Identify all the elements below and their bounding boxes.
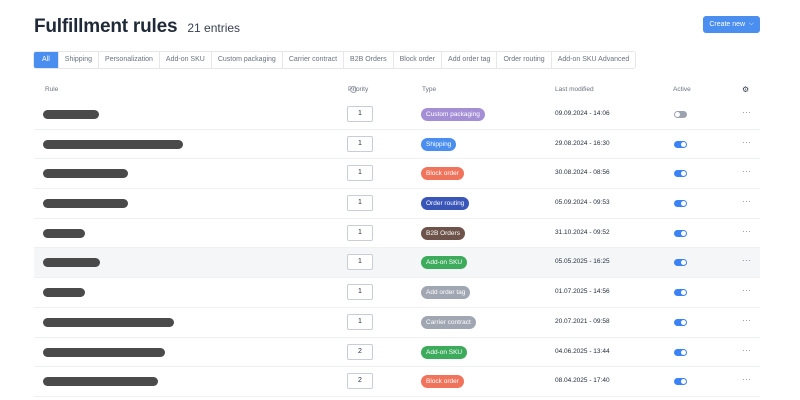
priority-input[interactable]: 1 [347, 106, 373, 122]
table-row[interactable]: 1 Add order tag 01.07.2025 - 14:56 ··· [34, 278, 760, 308]
active-toggle[interactable] [674, 259, 687, 267]
rule-name-redacted[interactable] [43, 288, 85, 298]
tab-add-order-tag[interactable]: Add order tag [441, 52, 496, 68]
priority-input[interactable]: 2 [347, 373, 373, 390]
page-header: Fulfillment rules 21 entries [34, 16, 240, 38]
more-options-icon[interactable]: ··· [742, 286, 752, 295]
rule-name-redacted[interactable] [43, 199, 128, 209]
active-toggle[interactable] [674, 378, 687, 386]
more-options-icon[interactable]: ··· [742, 197, 752, 206]
rule-name-redacted[interactable] [43, 139, 183, 149]
tab-all[interactable]: All [34, 52, 58, 68]
create-new-label: Create new [709, 21, 746, 28]
type-badge: Add-on SKU [421, 345, 468, 359]
chevron-down-icon: ⌵ [749, 21, 754, 27]
last-modified-date: 05.09.2024 - 09:53 [555, 199, 610, 207]
table-row[interactable]: 2 Block order 08.04.2025 - 17:40 ··· [34, 367, 760, 397]
tab-block-order[interactable]: Block order [392, 52, 441, 68]
rule-name-redacted[interactable] [43, 317, 174, 327]
table-row[interactable]: 1 Shipping 29.08.2024 - 16:30 ··· [34, 130, 760, 160]
rule-name-redacted[interactable] [43, 258, 100, 268]
active-toggle[interactable] [674, 170, 687, 178]
last-modified-date: 04.06.2025 - 13:44 [555, 347, 610, 355]
rules-table: 1 Custom packaging 09.09.2024 - 14:06 ··· 1 S… [34, 100, 760, 397]
type-badge: Carrier contract [421, 315, 476, 329]
table-row[interactable]: 1 Order routing 05.09.2024 - 09:53 ··· [34, 189, 760, 219]
table-row[interactable]: 1 Custom packaging 09.09.2024 - 14:06 ··· [34, 100, 760, 130]
info-icon[interactable]: i [350, 86, 357, 93]
more-options-icon[interactable]: ··· [742, 316, 752, 325]
more-options-icon[interactable]: ··· [742, 227, 752, 236]
tab-carrier-contract[interactable]: Carrier contract [281, 52, 343, 68]
tab-order-routing[interactable]: Order routing [496, 52, 550, 68]
table-header: Rule Priority i Type Last modified Active… [0, 85, 800, 96]
tab-add-on-sku[interactable]: Add-on SKU [158, 52, 211, 68]
priority-input[interactable]: 1 [347, 165, 373, 182]
gear-icon[interactable]: ⚙ [742, 85, 749, 94]
last-modified-date: 01.07.2025 - 14:56 [555, 288, 610, 296]
table-row[interactable]: 2 Add-on SKU 04.06.2025 - 13:44 ··· [34, 338, 760, 368]
type-badge: Order routing [421, 197, 470, 211]
active-toggle[interactable] [674, 318, 687, 326]
create-new-button[interactable]: Create new ⌵ [703, 16, 760, 33]
more-options-icon[interactable]: ··· [742, 375, 752, 384]
table-row[interactable]: 1 Block order 30.08.2024 - 08:56 ··· [34, 159, 760, 190]
column-rule[interactable]: Rule [45, 86, 58, 93]
tab-shipping[interactable]: Shipping [57, 52, 98, 68]
last-modified-date: 29.08.2024 - 16:30 [555, 139, 610, 147]
last-modified-date: 09.09.2024 - 14:06 [555, 110, 610, 117]
tab-add-on-sku-advanced[interactable]: Add-on SKU Advanced [550, 52, 636, 68]
priority-input[interactable]: 1 [347, 284, 373, 301]
table-row[interactable]: 1 Add-on SKU 05.05.2025 - 16:25 ··· [34, 248, 760, 279]
more-options-icon[interactable]: ··· [742, 167, 752, 176]
more-options-icon[interactable]: ··· [742, 108, 752, 117]
type-badge: B2B Orders [421, 226, 465, 240]
rule-name-redacted[interactable] [43, 110, 99, 119]
active-toggle[interactable] [674, 348, 687, 356]
table-row[interactable]: 1 Carrier contract 20.07.2021 - 09:58 ··· [34, 308, 760, 338]
entries-count: 21 entries [187, 21, 241, 35]
type-badge: Block order [421, 375, 464, 389]
table-row[interactable]: 1 B2B Orders 31.10.2024 - 09:52 ··· [34, 219, 760, 249]
rule-name-redacted[interactable] [43, 377, 158, 387]
tab-custom-packaging[interactable]: Custom packaging [210, 52, 282, 68]
priority-input[interactable]: 1 [347, 135, 373, 152]
tab-personalization[interactable]: Personalization [98, 52, 159, 68]
active-toggle[interactable] [674, 111, 687, 118]
rule-name-redacted[interactable] [43, 228, 85, 238]
type-badge: Add order tag [421, 286, 471, 300]
type-filter-tabs: All Shipping Personalization Add-on SKU Cust… [33, 51, 637, 69]
rule-name-redacted[interactable] [43, 169, 128, 179]
active-toggle[interactable] [674, 140, 687, 148]
active-toggle[interactable] [674, 200, 687, 208]
rule-name-redacted[interactable] [43, 347, 165, 357]
last-modified-date: 20.07.2021 - 09:58 [555, 317, 610, 325]
column-last-modified[interactable]: Last modified [555, 86, 594, 93]
more-options-icon[interactable]: ··· [742, 138, 752, 147]
more-options-icon[interactable]: ··· [742, 256, 752, 265]
last-modified-date: 31.10.2024 - 09:52 [555, 228, 610, 236]
tab-b2b-orders[interactable]: B2B Orders [343, 52, 393, 68]
last-modified-date: 30.08.2024 - 08:56 [555, 169, 610, 177]
last-modified-date: 05.05.2025 - 16:25 [555, 258, 610, 266]
type-badge: Shipping [421, 137, 457, 151]
active-toggle[interactable] [674, 229, 687, 237]
type-badge: Custom packaging [421, 108, 485, 121]
active-toggle[interactable] [674, 289, 687, 297]
priority-input[interactable]: 1 [347, 254, 373, 271]
column-type[interactable]: Type [422, 86, 436, 93]
priority-input[interactable]: 2 [347, 343, 373, 360]
type-badge: Add-on SKU [421, 256, 468, 270]
priority-input[interactable]: 1 [347, 313, 373, 330]
priority-input[interactable]: 1 [347, 224, 373, 241]
priority-input[interactable]: 1 [347, 195, 373, 212]
type-badge: Block order [421, 167, 464, 181]
last-modified-date: 08.04.2025 - 17:40 [555, 377, 610, 385]
page-title: Fulfillment rules [34, 16, 178, 37]
column-active[interactable]: Active [673, 86, 691, 93]
more-options-icon[interactable]: ··· [742, 346, 752, 355]
